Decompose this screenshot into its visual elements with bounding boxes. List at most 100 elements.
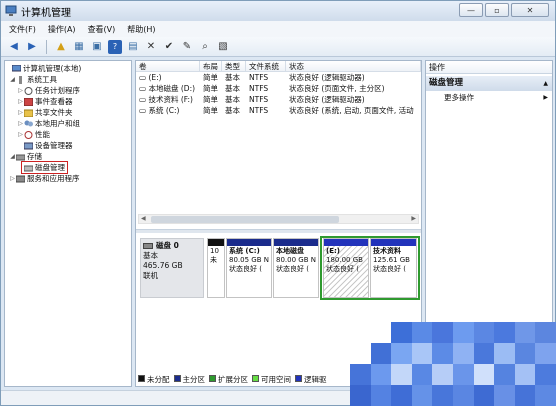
menu-action[interactable]: 操作(A) xyxy=(48,24,76,35)
menu-file[interactable]: 文件(F) xyxy=(9,24,36,35)
scrollbar-thumb[interactable] xyxy=(151,216,339,223)
close-button[interactable]: ✕ xyxy=(511,3,549,17)
partition-size: 10 xyxy=(210,247,219,255)
partition-legend: 未分配 主分区 扩展分区 可用空间 逻辑驱 xyxy=(138,373,327,385)
table-row[interactable]: ▭ 本地磁盘 (D:) 简单 基本 NTFS 状态良好 (页面文件, 主分区) xyxy=(136,83,421,94)
collapse-arrow-icon[interactable]: ▲ xyxy=(543,76,548,91)
volume-name: ▭ 本地磁盘 (D:) xyxy=(139,84,196,93)
actions-section-disk-management[interactable]: 磁盘管理 ▲ xyxy=(426,76,552,91)
column-header-volume[interactable]: 卷 xyxy=(136,61,200,71)
computer-management-icon xyxy=(5,5,17,17)
tree-item-system-tools[interactable]: ◢ 系统工具 xyxy=(5,74,131,85)
show-hide-tree-icon[interactable]: ▦ xyxy=(72,40,86,54)
partition-name: 系统 (C:) xyxy=(229,247,260,255)
delete-icon[interactable]: ✕ xyxy=(144,40,158,54)
search-icon[interactable]: ⌕ xyxy=(198,40,212,54)
tools-icon xyxy=(16,75,25,84)
back-arrow-icon[interactable]: ◀ xyxy=(7,40,21,54)
help-icon[interactable]: ? xyxy=(108,39,122,54)
tree-item-root[interactable]: 计算机管理(本地) xyxy=(5,63,131,74)
scroll-right-arrow-icon[interactable]: ▶ xyxy=(411,215,416,222)
column-header-filesystem[interactable]: 文件系统 xyxy=(246,61,286,71)
tree-item-performance[interactable]: ▷ 性能 xyxy=(5,129,131,140)
partition-bar xyxy=(324,239,368,246)
properties-icon[interactable]: ▣ xyxy=(90,40,104,54)
legend-swatch xyxy=(209,374,216,382)
table-row[interactable]: ▭ (E:) 简单 基本 NTFS 状态良好 (逻辑驱动器) xyxy=(136,72,421,83)
table-row[interactable]: ▭ 技术资料 (F:) 简单 基本 NTFS 状态良好 (逻辑驱动器) xyxy=(136,94,421,105)
navigation-tree: 计算机管理(本地) ◢ 系统工具 ▷ 任务计划程序 ▷ 事件查看器 ▷ 共享文件… xyxy=(4,60,132,387)
tree-item-event-viewer[interactable]: ▷ 事件查看器 xyxy=(5,96,131,107)
horizontal-scrollbar[interactable]: ◀ ▶ xyxy=(138,214,419,224)
disk-icon xyxy=(23,164,34,172)
event-viewer-icon xyxy=(23,97,34,106)
volume-name: ▭ 系统 (C:) xyxy=(139,106,180,115)
minimize-button[interactable]: — xyxy=(459,3,483,17)
legend-swatch xyxy=(138,374,145,382)
legend-item: 可用空间 xyxy=(252,374,291,385)
partition-status: 状态良好 ( xyxy=(373,265,406,273)
storage-icon xyxy=(15,153,26,161)
tree-item-local-users[interactable]: ▷ 本地用户和组 xyxy=(5,118,131,129)
open-icon[interactable]: ✎ xyxy=(180,40,194,54)
partition-unallocated[interactable]: 10 未 xyxy=(207,238,225,298)
tree-item-services[interactable]: ▷ 服务和应用程序 xyxy=(5,173,131,184)
partition-system-c[interactable]: 系统 (C:) 80.05 GB N 状态良好 ( xyxy=(226,238,272,298)
column-header-status[interactable]: 状态 xyxy=(286,61,421,71)
disk-status: 联机 xyxy=(143,271,158,280)
section-title: 磁盘管理 xyxy=(429,78,464,88)
submenu-arrow-icon: ▶ xyxy=(543,94,548,101)
tree-item-disk-management[interactable]: 磁盘管理 xyxy=(5,161,131,174)
users-icon xyxy=(24,120,33,128)
title-bar: 计算机管理 — ▫ ✕ xyxy=(1,1,555,21)
action-more[interactable]: 更多操作 ▶ xyxy=(426,91,552,104)
volume-filesystem: NTFS xyxy=(249,84,269,93)
scroll-left-arrow-icon[interactable]: ◀ xyxy=(141,215,146,222)
partition-name: 技术资料 xyxy=(373,247,401,255)
tree-item-shared-folders[interactable]: ▷ 共享文件夹 xyxy=(5,107,131,118)
tree-item-task-scheduler[interactable]: ▷ 任务计划程序 xyxy=(5,85,131,96)
check-icon[interactable]: ✔ xyxy=(162,40,176,54)
volume-status: 状态良好 (逻辑驱动器) xyxy=(289,95,365,104)
expand-icon: ▷ xyxy=(18,98,23,105)
volume-status: 状态良好 (系统, 启动, 页面文件, 活动 xyxy=(289,106,414,115)
performance-icon xyxy=(24,130,33,139)
column-header-layout[interactable]: 布局 xyxy=(200,61,222,71)
volume-name: ▭ (E:) xyxy=(139,73,162,82)
tree-label: 性能 xyxy=(35,130,50,139)
actions-header: 操作 xyxy=(426,61,552,74)
partition-name: 本地磁盘 xyxy=(276,247,304,255)
partition-size: 80.05 GB N xyxy=(229,256,269,264)
volume-type: 基本 xyxy=(225,73,240,82)
expand-icon: ▷ xyxy=(18,120,23,127)
up-folder-icon[interactable]: ▲ xyxy=(54,40,68,54)
partition-name: (E:) xyxy=(326,247,340,255)
tree-label: 服务和应用程序 xyxy=(27,174,80,183)
action-label: 更多操作 xyxy=(444,93,474,102)
partition-bar xyxy=(208,239,224,246)
forward-arrow-icon[interactable]: ▶ xyxy=(25,40,39,54)
pane-splitter[interactable] xyxy=(136,229,421,233)
column-header-type[interactable]: 类型 xyxy=(222,61,246,71)
toolbar-separator xyxy=(46,39,47,54)
partition-size: 80.00 GB N xyxy=(276,256,316,264)
tree-item-device-manager[interactable]: 设备管理器 xyxy=(5,140,131,151)
restore-button[interactable]: ▫ xyxy=(485,3,509,17)
export-list-icon[interactable]: ▤ xyxy=(126,40,140,54)
tree-label: 共享文件夹 xyxy=(35,108,73,117)
menu-view[interactable]: 查看(V) xyxy=(88,24,116,35)
partition-status: 状态良好 ( xyxy=(326,265,359,273)
menu-help[interactable]: 帮助(H) xyxy=(127,24,155,35)
properties-sheet-icon[interactable]: ▧ xyxy=(216,40,230,54)
expand-icon: ▷ xyxy=(10,175,15,182)
partition-e[interactable]: (E:) 180.00 GB 状态良好 ( xyxy=(323,238,369,298)
disk-info[interactable]: 磁盘 0 基本 465.76 GB 联机 xyxy=(140,238,204,298)
legend-item: 逻辑驱 xyxy=(295,374,327,385)
partition-tech-f[interactable]: 技术资料 125.61 GB 状态良好 ( xyxy=(370,238,417,298)
device-manager-icon xyxy=(23,142,34,150)
table-row[interactable]: ▭ 系统 (C:) 简单 基本 NTFS 状态良好 (系统, 启动, 页面文件,… xyxy=(136,105,421,116)
partition-bar xyxy=(371,239,416,246)
legend-swatch xyxy=(295,374,302,382)
computer-icon xyxy=(11,64,22,73)
partition-local-d[interactable]: 本地磁盘 80.00 GB N 状态良好 ( xyxy=(273,238,319,298)
